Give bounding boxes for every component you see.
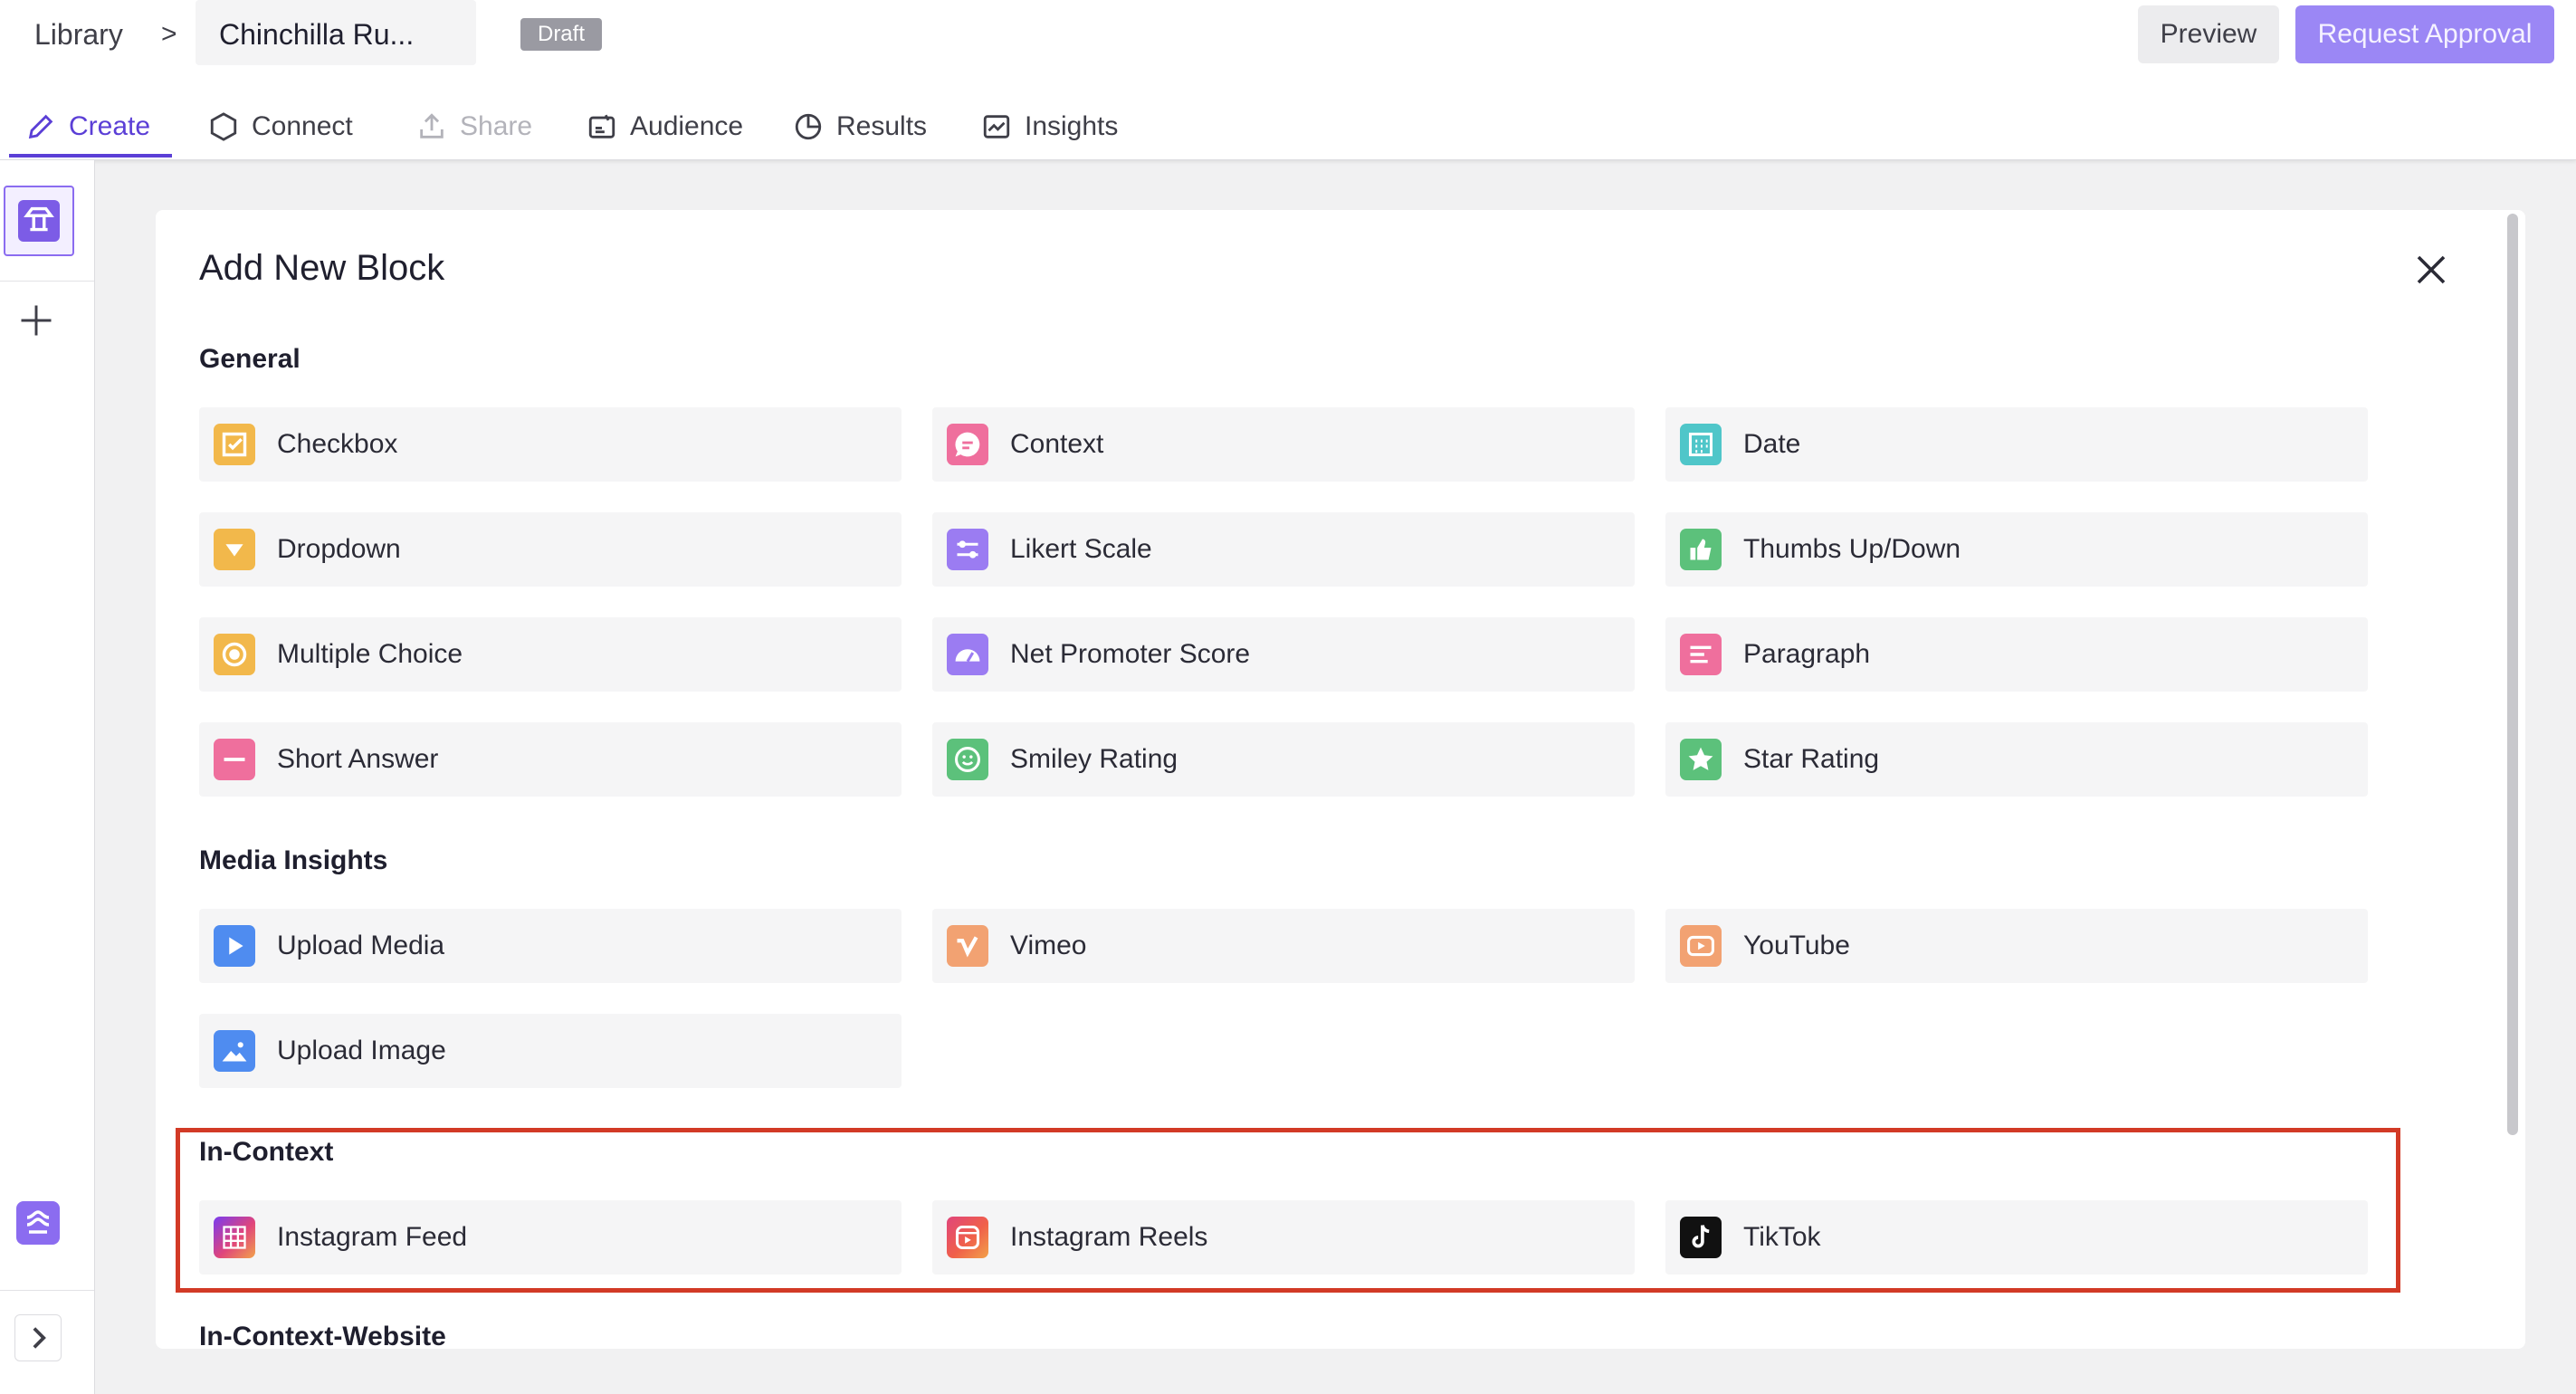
breadcrumb-library-link[interactable]: Library [34, 16, 123, 53]
block-label: Multiple Choice [277, 639, 463, 669]
block-smiley-rating[interactable]: Smiley Rating [932, 722, 1635, 797]
block-upload-media[interactable]: Upload Media [199, 909, 902, 983]
top-bar: Library > Chinchilla Ru... Draft Preview… [0, 0, 2576, 160]
pie-chart-icon [795, 113, 822, 140]
section-media-insights-label: Media Insights [199, 845, 388, 875]
short-answer-icon [214, 739, 255, 780]
tab-results-label: Results [836, 111, 928, 141]
expand-sidebar-button[interactable] [14, 1314, 62, 1361]
tab-create-label: Create [69, 111, 151, 141]
block-net-promoter-score[interactable]: Net Promoter Score [932, 617, 1635, 692]
trend-chart-icon [983, 115, 1010, 138]
gauge-icon [947, 634, 988, 675]
block-label: Star Rating [1743, 744, 1880, 774]
audience-icon [588, 114, 615, 138]
block-label: Date [1743, 429, 1801, 459]
thumbs-up-icon [1680, 529, 1722, 570]
block-label: Upload Media [277, 931, 445, 960]
tab-connect-label: Connect [252, 111, 353, 141]
block-label: Upload Image [277, 1036, 446, 1065]
vimeo-icon [947, 925, 988, 967]
tab-audience-label: Audience [630, 111, 744, 141]
block-multiple-choice[interactable]: Multiple Choice [199, 617, 902, 692]
block-label: Likert Scale [1010, 534, 1152, 564]
sliders-icon [947, 529, 988, 570]
block-label: Net Promoter Score [1010, 639, 1251, 669]
smiley-icon [947, 739, 988, 780]
block-paragraph[interactable]: Paragraph [1665, 617, 2368, 692]
block-label: Short Answer [277, 744, 439, 774]
block-thumbs-up-down[interactable]: Thumbs Up/Down [1665, 512, 2368, 587]
radio-icon [214, 634, 255, 675]
preview-button[interactable]: Preview [2138, 5, 2279, 63]
star-icon [1680, 739, 1722, 780]
block-likert-scale[interactable]: Likert Scale [932, 512, 1635, 587]
block-label: Dropdown [277, 534, 401, 564]
block-star-rating[interactable]: Star Rating [1665, 722, 2368, 797]
block-label: Context [1010, 429, 1104, 459]
paragraph-lines-icon [1680, 634, 1722, 675]
block-dropdown[interactable]: Dropdown [199, 512, 902, 587]
tab-audience[interactable]: Audience [587, 100, 743, 154]
close-icon[interactable] [2409, 248, 2453, 291]
block-label: Thumbs Up/Down [1743, 534, 1961, 564]
block-label: Paragraph [1743, 639, 1871, 669]
active-tab-indicator [9, 154, 172, 158]
block-context[interactable]: Context [932, 407, 1635, 482]
tab-insights[interactable]: Insights [981, 100, 1118, 154]
block-vimeo[interactable]: Vimeo [932, 909, 1635, 983]
modal-title: Add New Block [199, 248, 445, 288]
block-thumbnail[interactable] [4, 186, 74, 256]
page-title[interactable]: Chinchilla Ru... [219, 16, 414, 53]
checkbox-icon [214, 424, 255, 465]
chevron-right-icon [33, 1327, 46, 1349]
chat-bubble-icon [947, 424, 988, 465]
section-general-label: General [199, 344, 301, 374]
tab-create[interactable]: Create [25, 100, 150, 154]
tab-insights-label: Insights [1025, 111, 1119, 141]
request-approval-button[interactable]: Request Approval [2295, 5, 2554, 63]
hexagon-icon [210, 112, 237, 141]
tab-connect[interactable]: Connect [208, 100, 353, 154]
tab-results[interactable]: Results [793, 100, 927, 154]
block-upload-image[interactable]: Upload Image [199, 1014, 902, 1088]
block-label: Checkbox [277, 429, 398, 459]
block-label: Vimeo [1010, 931, 1087, 960]
add-block-icon[interactable] [16, 301, 56, 340]
block-label: YouTube [1743, 931, 1850, 960]
status-badge: Draft [520, 18, 602, 51]
share-icon [420, 113, 444, 138]
image-icon [214, 1030, 255, 1072]
survey-thumbnail-icon [18, 200, 60, 242]
tab-share-label: Share [460, 111, 533, 141]
block-short-answer[interactable]: Short Answer [199, 722, 902, 797]
pencil-icon [28, 114, 53, 139]
rail-divider [0, 1290, 94, 1291]
brand-logo-icon[interactable] [16, 1201, 60, 1245]
left-rail [0, 160, 95, 1394]
play-icon [214, 925, 255, 967]
highlight-box-in-context [176, 1128, 2400, 1293]
dropdown-triangle-icon [214, 529, 255, 570]
block-youtube[interactable]: YouTube [1665, 909, 2368, 983]
block-label: Smiley Rating [1010, 744, 1178, 774]
calendar-icon [1680, 424, 1722, 465]
block-date[interactable]: Date [1665, 407, 2368, 482]
youtube-icon [1680, 925, 1722, 967]
modal-scrollbar[interactable] [2507, 214, 2518, 1135]
section-in-context-website-label: In-Context-Website [199, 1322, 446, 1349]
rail-divider [0, 281, 94, 282]
breadcrumb-chevron-icon: > [161, 19, 177, 49]
tab-share[interactable]: Share [416, 100, 532, 154]
block-checkbox[interactable]: Checkbox [199, 407, 902, 482]
